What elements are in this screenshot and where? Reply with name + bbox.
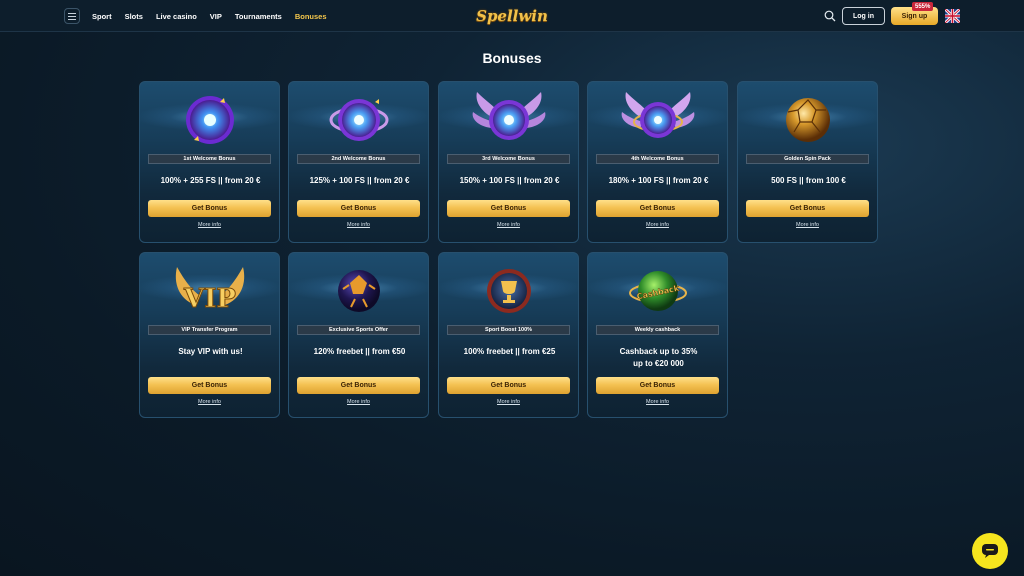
uk-flag-icon[interactable] [945,9,960,23]
bonus-name: 4th Welcome Bonus [596,154,719,164]
bonus-description: 125% + 100 FS || from 20 € [309,176,410,185]
more-info-link[interactable]: More info [439,222,578,228]
page-title: Bonuses [482,50,542,66]
bonus-description: Stay VIP with us! [178,347,243,356]
promo-badge: 555% [912,2,934,11]
trophy-orb-icon [487,269,531,313]
bonus-name: 1st Welcome Bonus [148,154,271,164]
nav-link-sport[interactable]: Sport [92,12,112,21]
get-bonus-button[interactable]: Get Bonus [447,377,570,394]
logo[interactable]: Spellwin [476,2,548,30]
get-bonus-button[interactable]: Get Bonus [596,200,719,217]
bonus-name: Exclusive Sports Offer [297,325,420,335]
bonus-name: VIP Transfer Program [148,325,271,335]
purple-orb-ring-icon [329,99,389,141]
bonus-description: Cashback up to 35% up to €20 000 [619,347,698,368]
main-nav: Sport Slots Live casino VIP Tournaments … [92,0,340,32]
bonus-name: Sport Boost 100% [447,325,570,335]
more-info-link[interactable]: More info [738,222,877,228]
cashback-orb-icon: Cashback [629,271,687,311]
sports-ball-icon [338,270,380,312]
bonus-description: 500 FS || from 100 € [771,176,846,185]
bonus-name: 3rd Welcome Bonus [447,154,570,164]
bonus-card-1st-welcome: 1st Welcome Bonus 100% + 255 FS || from … [139,81,280,243]
more-info-link[interactable]: More info [588,222,727,228]
bonus-card-2nd-welcome: 2nd Welcome Bonus 125% + 100 FS || from … [288,81,429,243]
get-bonus-button[interactable]: Get Bonus [148,200,271,217]
get-bonus-button[interactable]: Get Bonus [148,377,271,394]
nav-link-vip[interactable]: VIP [210,12,222,21]
login-button[interactable]: Log in [842,7,885,25]
bonus-card-golden-spin-pack: Golden Spin Pack 500 FS || from 100 € Ge… [737,81,878,243]
chat-icon [982,544,998,558]
nav-link-slots[interactable]: Slots [125,12,143,21]
nav-link-bonuses[interactable]: Bonuses [295,12,327,21]
more-info-link[interactable]: More info [289,222,428,228]
bonus-card-exclusive-sports: Exclusive Sports Offer 120% freebet || f… [288,252,429,418]
get-bonus-button[interactable]: Get Bonus [297,377,420,394]
search-icon[interactable] [824,10,836,22]
hamburger-menu-button[interactable] [64,8,80,24]
bonus-name: Weekly cashback [596,325,719,335]
bonus-name: 2nd Welcome Bonus [297,154,420,164]
nav-link-live-casino[interactable]: Live casino [156,12,197,21]
bonus-name: Golden Spin Pack [746,154,869,164]
bonus-description: 100% + 255 FS || from 20 € [160,176,261,185]
winged-orb-icon [472,92,546,140]
vip-wings-icon: VIP [175,267,245,315]
bonus-card-3rd-welcome: 3rd Welcome Bonus 150% + 100 FS || from … [438,81,579,243]
golden-ball-icon [786,98,830,142]
bonus-card-4th-welcome: 4th Welcome Bonus 180% + 100 FS || from … [587,81,728,243]
bonus-description: 150% + 100 FS || from 20 € [459,176,560,185]
winged-orb-gold-icon [621,92,695,138]
get-bonus-button[interactable]: Get Bonus [596,377,719,394]
bonus-description: 180% + 100 FS || from 20 € [608,176,709,185]
more-info-link[interactable]: More info [588,399,727,405]
bonus-card-sport-boost: Sport Boost 100% 100% freebet || from €2… [438,252,579,418]
bonus-card-vip-transfer: VIP VIP Transfer Program Stay VIP with u… [139,252,280,418]
more-info-link[interactable]: More info [140,399,279,405]
bonus-card-weekly-cashback: Cashback Weekly cashback Cashback up to … [587,252,728,418]
chat-support-button[interactable] [972,533,1008,569]
get-bonus-button[interactable]: Get Bonus [447,200,570,217]
purple-orb-icon [186,96,234,144]
menu-icon [68,12,76,20]
top-navigation-bar: Sport Slots Live casino VIP Tournaments … [0,0,1024,32]
bonus-description: 100% freebet || from €25 [463,347,556,356]
bonus-description: 120% freebet || from €50 [313,347,406,356]
vip-art-text: VIP [183,284,236,314]
logo-text: Spellwin [476,7,548,25]
get-bonus-button[interactable]: Get Bonus [746,200,869,217]
more-info-link[interactable]: More info [289,399,428,405]
more-info-link[interactable]: More info [140,222,279,228]
more-info-link[interactable]: More info [439,399,578,405]
nav-link-tournaments[interactable]: Tournaments [235,12,282,21]
get-bonus-button[interactable]: Get Bonus [297,200,420,217]
